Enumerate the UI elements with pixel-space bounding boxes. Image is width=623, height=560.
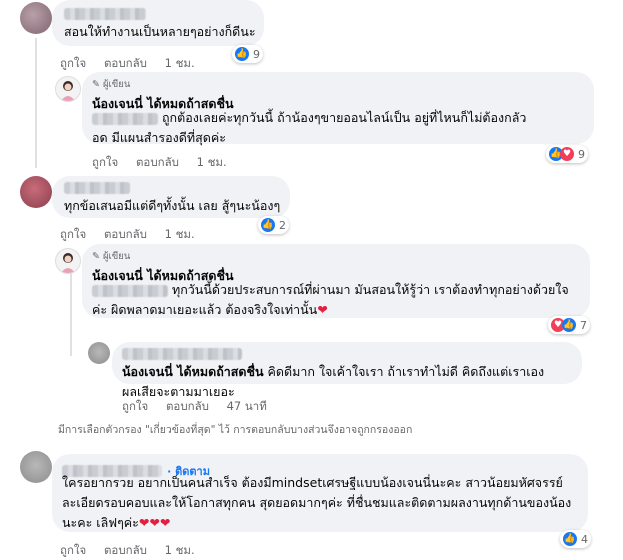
- avatar[interactable]: [55, 248, 81, 274]
- like-button[interactable]: ถูกใจ: [60, 227, 86, 241]
- comment-text: ถูกต้องเลยค่ะทุกวันนี้ ถ้าน้องๆขายออนไลน…: [92, 110, 527, 145]
- like-icon: 👍: [562, 318, 576, 332]
- reaction-count[interactable]: 👍 4: [560, 530, 591, 548]
- comment-text: ทุกวันนี้ด้วยประสบการณ์ที่ผ่านมา มันสอนใ…: [92, 282, 569, 317]
- avatar[interactable]: [55, 76, 81, 102]
- author-badge: ✎ ผู้เขียน: [92, 79, 131, 90]
- reply-button[interactable]: ตอบกลับ: [104, 56, 147, 70]
- timestamp[interactable]: 1 ชม.: [165, 56, 195, 70]
- avatar[interactable]: [20, 2, 52, 34]
- author-badge-icon: ✎: [92, 251, 103, 262]
- comment-actions: ถูกใจ ตอบกลับ 47 นาที: [122, 398, 281, 416]
- comment-actions: ถูกใจ ตอบกลับ 1 ชม.: [60, 226, 209, 244]
- like-icon: 👍: [563, 532, 577, 546]
- reply-bubble: น้องเจนนี่ ได้หมดถ้าสดชื่น คิดดีมาก ใจเค…: [112, 342, 582, 399]
- avatar[interactable]: [20, 176, 52, 208]
- filter-note: มีการเลือกตัวกรอง "เกี่ยวข้องที่สุด" ไว้…: [58, 424, 413, 436]
- author-badge-icon: ✎: [92, 79, 103, 90]
- comment-text: ทุกข้อเสนอมีแต่ดีๆทั้งนั้น เลย สู้ๆนะน้อ…: [64, 198, 281, 213]
- comment-actions: ถูกใจ ตอบกลับ 1 ชม.: [60, 542, 209, 560]
- reply-button[interactable]: ตอบกลับ: [136, 155, 179, 169]
- author-badge: ✎ ผู้เขียน: [92, 251, 131, 262]
- redacted-name: [122, 348, 242, 360]
- avatar[interactable]: [88, 342, 110, 364]
- comment-text: น้องเจนนี่ ได้หมดถ้าสดชื่น คิดดีมาก ใจเค…: [122, 364, 545, 399]
- comment-bubble: · ติดตาม ใครอยากรวย อยากเป็นคนสำเร็จ ต้อ…: [52, 454, 588, 532]
- comment-actions: ถูกใจ ตอบกลับ 1 ชม.: [60, 55, 209, 73]
- like-button[interactable]: ถูกใจ: [92, 155, 118, 169]
- thread-line: [35, 38, 37, 168]
- reply-button[interactable]: ตอบกลับ: [166, 399, 209, 413]
- like-button[interactable]: ถูกใจ: [122, 399, 148, 413]
- reply-bubble: ✎ ผู้เขียน น้องเจนนี่ ได้หมดถ้าสดชื่น ทุ…: [82, 244, 590, 318]
- timestamp[interactable]: 1 ชม.: [197, 155, 227, 169]
- like-button[interactable]: ถูกใจ: [60, 56, 86, 70]
- reaction-count[interactable]: ♥ 👍 7: [548, 316, 590, 334]
- redacted-mention: [92, 284, 168, 297]
- heart-emoji: ❤❤❤: [138, 515, 171, 530]
- thread-line: [70, 270, 72, 356]
- love-icon: ♥: [560, 147, 574, 161]
- comment-text: ใครอยากรวย อยากเป็นคนสำเร็จ ต้องมีmindse…: [62, 475, 572, 530]
- like-icon: 👍: [261, 218, 275, 232]
- redacted-name: [64, 8, 146, 20]
- timestamp[interactable]: 1 ชม.: [165, 227, 195, 241]
- redacted-mention: [92, 112, 158, 125]
- timestamp[interactable]: 47 นาที: [227, 399, 267, 413]
- timestamp[interactable]: 1 ชม.: [165, 543, 195, 557]
- comment-bubble: ทุกข้อเสนอมีแต่ดีๆทั้งนั้น เลย สู้ๆนะน้อ…: [52, 176, 290, 218]
- reply-bubble: ✎ ผู้เขียน น้องเจนนี่ ได้หมดถ้าสดชื่น ถู…: [82, 72, 594, 145]
- like-icon: 👍: [235, 47, 249, 61]
- comment-text: สอนให้ทำงานเป็นหลายๆอย่างก็ดีนะ: [64, 24, 256, 39]
- reaction-count[interactable]: 👍 ♥ 9: [546, 145, 588, 163]
- reply-button[interactable]: ตอบกลับ: [104, 227, 147, 241]
- comment-bubble: สอนให้ทำงานเป็นหลายๆอย่างก็ดีนะ: [52, 0, 264, 46]
- heart-emoji: ❤: [317, 302, 328, 317]
- reply-button[interactable]: ตอบกลับ: [104, 543, 147, 557]
- comment-actions: ถูกใจ ตอบกลับ 1 ชม.: [92, 154, 241, 172]
- reaction-count[interactable]: 👍 2: [258, 216, 289, 234]
- redacted-name: [64, 182, 130, 194]
- avatar[interactable]: [20, 451, 52, 483]
- reaction-count[interactable]: 👍 9: [232, 45, 263, 63]
- like-button[interactable]: ถูกใจ: [60, 543, 86, 557]
- mention-link[interactable]: น้องเจนนี่ ได้หมดถ้าสดชื่น: [122, 364, 264, 379]
